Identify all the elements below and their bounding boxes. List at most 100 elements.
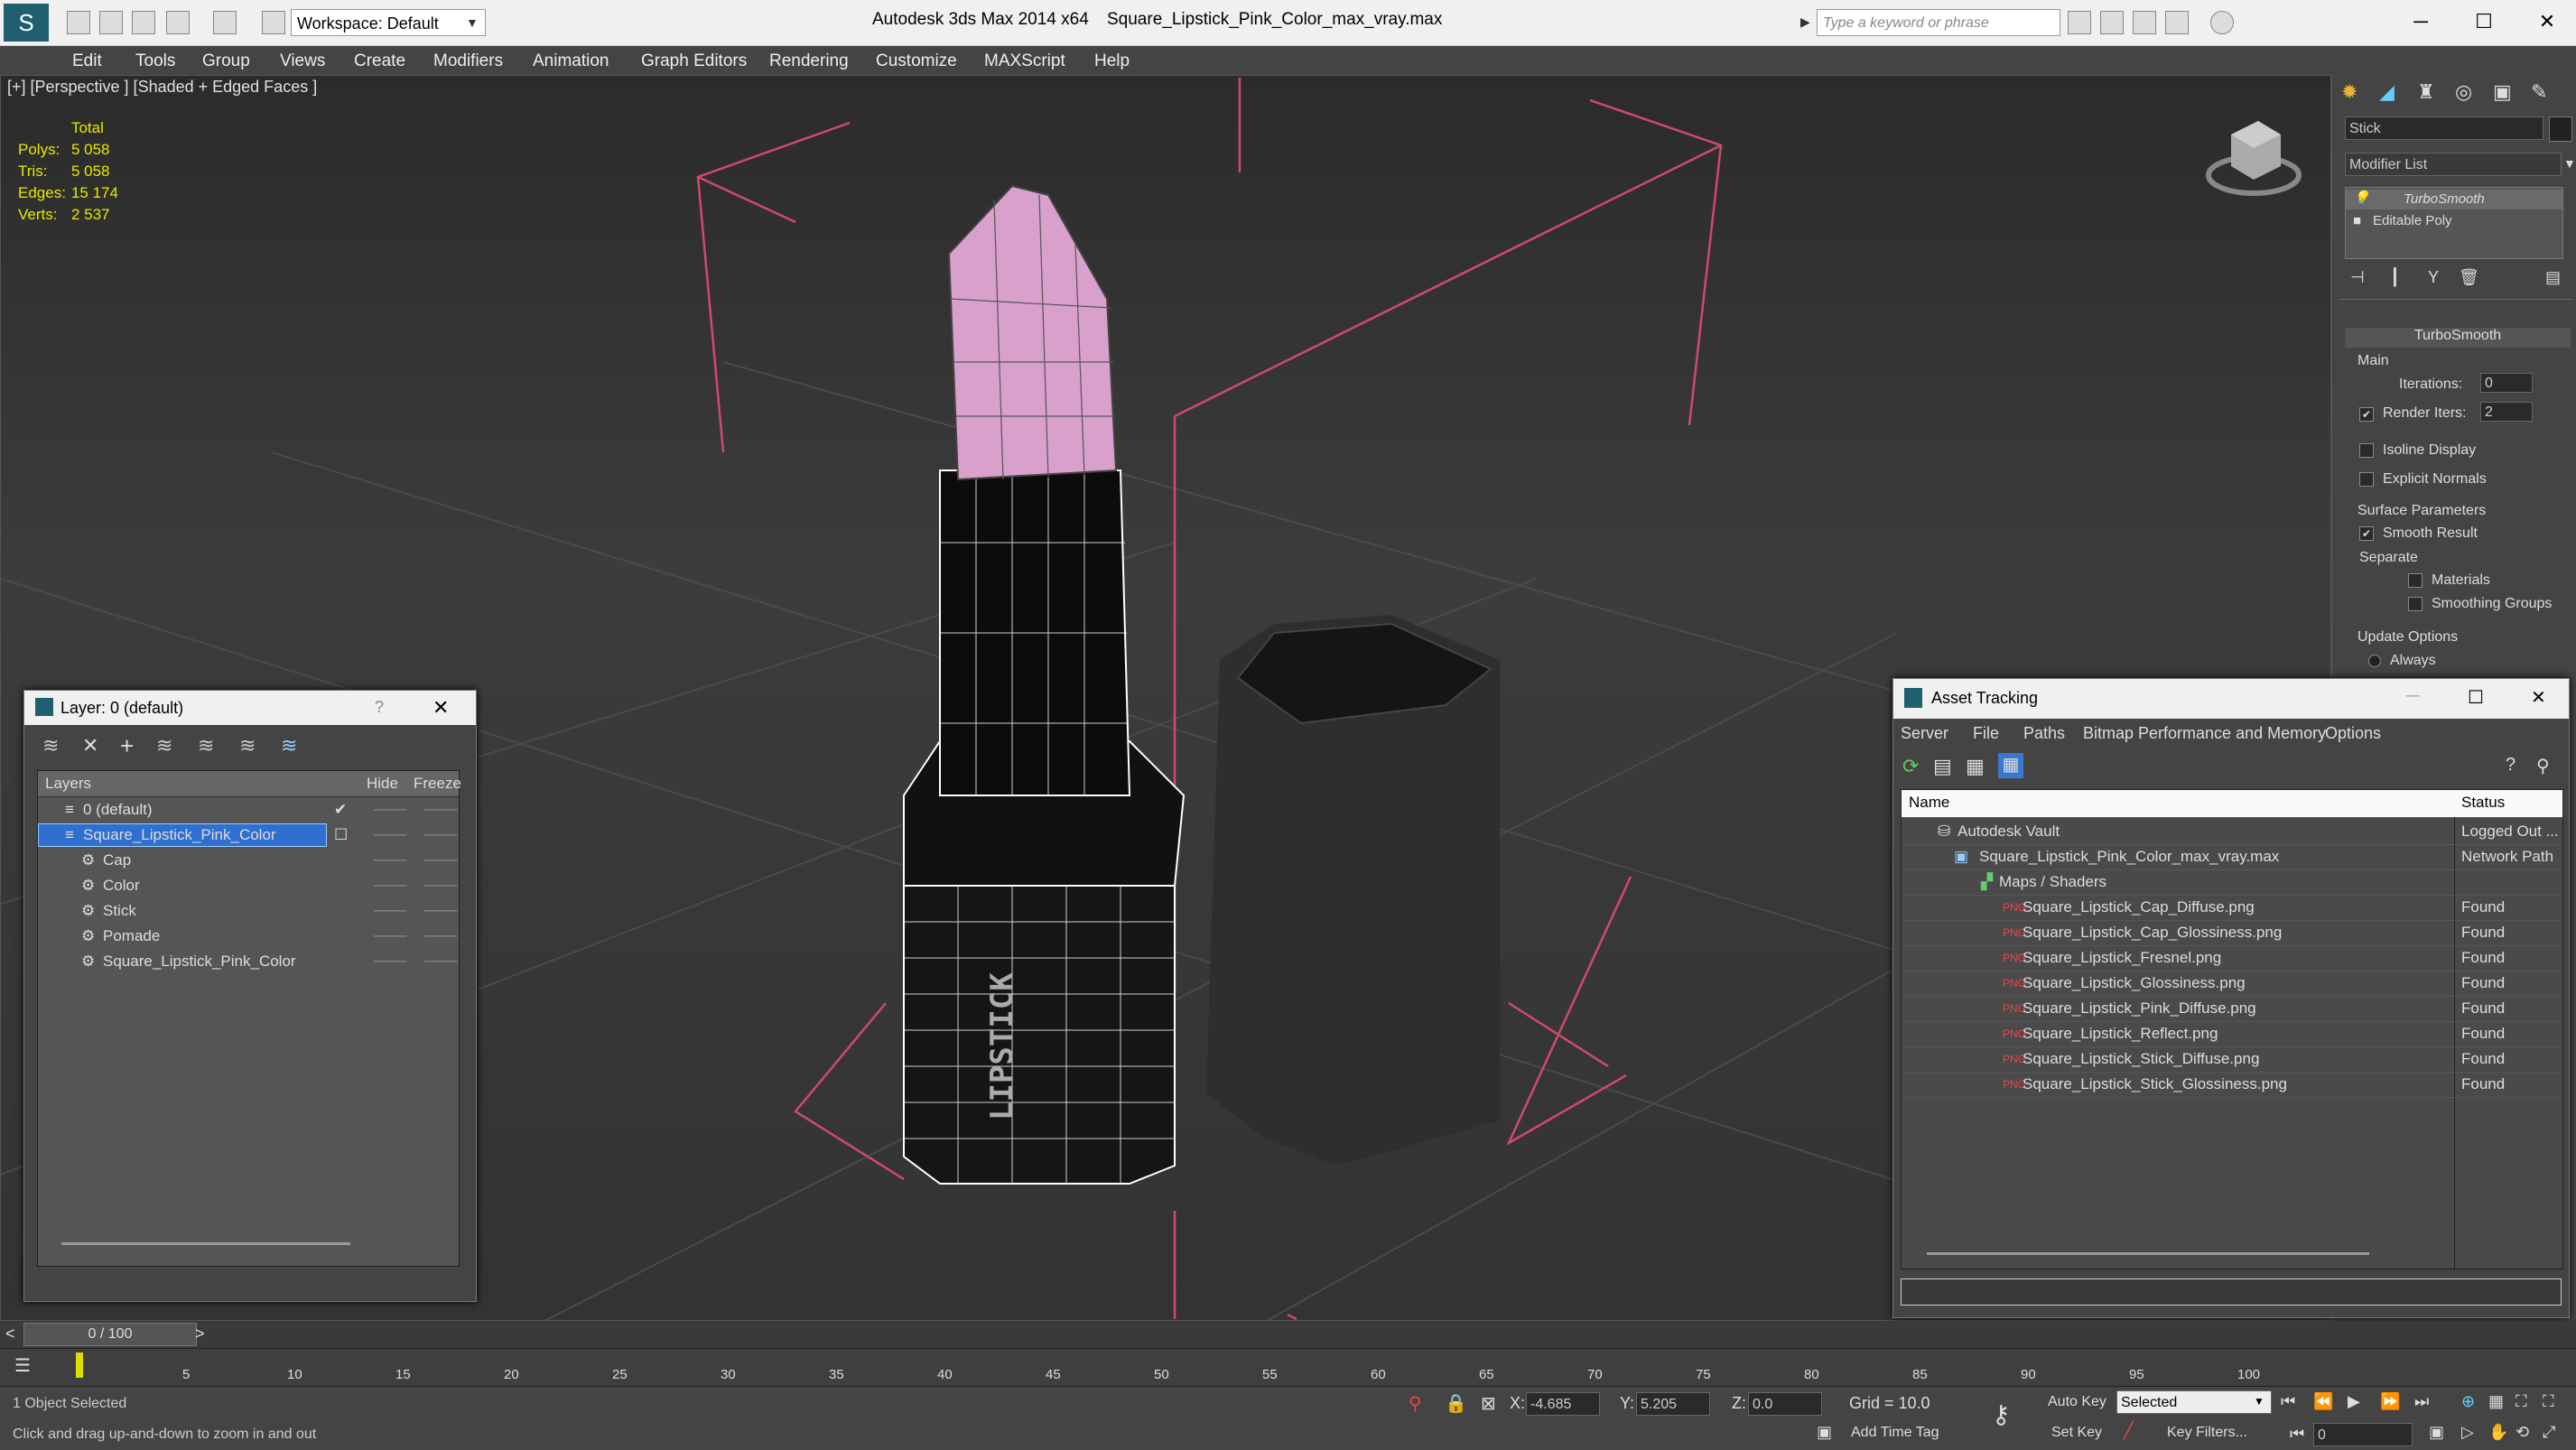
app-logo-icon[interactable]: S (4, 4, 49, 42)
binoculars-icon[interactable] (2068, 11, 2091, 34)
y-coord-field[interactable]: 5.205 (1636, 1392, 1710, 1416)
menu-graph-editors[interactable]: Graph Editors (641, 51, 747, 71)
prev-frame-icon[interactable]: < (5, 1325, 15, 1343)
table-row[interactable]: PNG Square_Lipstick_Stick_Diffuse.png Fo… (1902, 1046, 2562, 1073)
open-file-icon[interactable] (99, 11, 123, 34)
motion-tab-icon[interactable]: ◎ (2455, 80, 2472, 104)
menu-views[interactable]: Views (280, 51, 325, 71)
table-row[interactable]: PNG Square_Lipstick_Reflect.png Found (1902, 1021, 2562, 1047)
list-item[interactable]: ⚙ Pomade ─── ─── (38, 925, 459, 948)
column-layers[interactable]: Layers (45, 771, 91, 796)
hide-toggle[interactable]: ─── (374, 950, 406, 973)
favorites-star-icon[interactable] (2165, 11, 2189, 34)
hide-toggle[interactable]: ─── (374, 874, 406, 897)
play-icon[interactable]: ▶ (2348, 1392, 2360, 1411)
lipstick-pomade[interactable] (947, 184, 1118, 481)
turbosmooth-rollout-header[interactable]: TurboSmooth (2345, 328, 2571, 348)
make-unique-icon[interactable]: Y (2428, 268, 2439, 287)
freeze-all-icon[interactable]: ≋ (281, 734, 297, 758)
show-end-result-icon[interactable]: ┃ (2390, 268, 2400, 287)
minimize-icon[interactable]: ─ (2389, 4, 2452, 40)
selection-lock-icon[interactable]: 🔒 (1445, 1392, 1467, 1415)
chevron-down-icon[interactable]: ▼ (2254, 1395, 2264, 1408)
list-item[interactable]: ⚙ Square_Lipstick_Pink_Color ─── ─── (38, 950, 459, 973)
display-tab-icon[interactable]: ▣ (2493, 80, 2512, 104)
workspace-dropdown[interactable]: Workspace: Default (291, 9, 486, 36)
asset-menu-bitmap[interactable]: Bitmap Performance and Memory (2083, 724, 2326, 743)
set-key-icon[interactable]: ⚷ (1992, 1399, 2011, 1429)
horizontal-scrollbar[interactable] (61, 1242, 350, 1245)
utilities-tab-icon[interactable]: ✎ (2531, 80, 2547, 104)
zoom-extents-icon[interactable]: ⛶ (2516, 1392, 2527, 1411)
create-tab-icon[interactable]: ✹ (2341, 80, 2357, 104)
column-freeze[interactable]: Freeze (414, 771, 461, 796)
key-selection-dropdown[interactable]: Selected (2116, 1390, 2272, 1414)
render-iters-spinner[interactable]: 2 (2480, 402, 2533, 422)
freeze-toggle[interactable]: ─── (424, 899, 457, 923)
zoom-extents-all-icon[interactable]: ⛶ (2543, 1392, 2554, 1411)
menu-rendering[interactable]: Rendering (769, 51, 849, 71)
layer-window-titlebar[interactable]: Layer: 0 (default) ? ✕ (24, 691, 476, 725)
menu-create[interactable]: Create (354, 51, 405, 71)
go-to-end-icon[interactable]: ⏭ (2414, 1392, 2429, 1411)
table-row[interactable]: PNG Square_Lipstick_Stick_Glossiness.png… (1902, 1072, 2562, 1098)
asset-path-field[interactable] (1901, 1278, 2562, 1306)
hide-toggle[interactable]: ─── (374, 798, 406, 822)
modifier-list-dropdown[interactable]: Modifier List (2345, 153, 2562, 176)
table-row[interactable]: PNG Square_Lipstick_Pink_Diffuse.png Fou… (1902, 996, 2562, 1022)
list-item[interactable]: ≡ 0 (default) ✔ ─── ─── (38, 798, 459, 822)
key-filters-button[interactable]: Key Filters... (2167, 1425, 2247, 1441)
asset-menu-paths[interactable]: Paths (2023, 724, 2065, 743)
freeze-toggle[interactable]: ─── (424, 950, 457, 973)
search-input[interactable]: Type a keyword or phrase (1817, 9, 2060, 36)
select-objects-icon[interactable]: ≋ (156, 734, 172, 758)
time-slider[interactable]: < 0 / 100 > (0, 1321, 2576, 1348)
menu-edit[interactable]: Edit (72, 51, 102, 71)
freeze-toggle[interactable]: ─── (424, 798, 457, 822)
list-item[interactable]: ⚙ Cap ─── ─── (38, 849, 459, 872)
new-file-icon[interactable] (67, 11, 90, 34)
freeze-toggle[interactable]: ─── (424, 849, 457, 872)
add-time-tag-button[interactable]: Add Time Tag (1851, 1425, 1939, 1441)
lipstick-base[interactable] (903, 469, 1186, 1185)
column-status[interactable]: Status (2461, 790, 2505, 815)
go-to-start-icon[interactable]: ⏮ (2281, 1392, 2295, 1411)
track-ruler[interactable]: 5 10 15 20 25 30 35 40 45 50 55 60 65 70… (76, 1349, 2261, 1385)
key-filter-icon[interactable]: ╱ (2124, 1421, 2134, 1440)
asset-menu-options[interactable]: Options (2325, 724, 2381, 743)
time-slider-thumb[interactable]: 0 / 100 (23, 1323, 197, 1346)
minimize-icon[interactable]: ─ (2406, 686, 2419, 707)
table-row[interactable]: PNG Square_Lipstick_Cap_Diffuse.png Foun… (1902, 895, 2562, 921)
expand-icon[interactable]: ■ (2353, 213, 2361, 228)
lightbulb-icon[interactable]: 💡 (2353, 190, 2370, 206)
explicit-normals-checkbox[interactable] (2359, 472, 2374, 487)
table-row[interactable]: ▞ Maps / Shaders (1902, 869, 2562, 896)
help-icon[interactable]: ? (375, 698, 384, 717)
isoline-checkbox[interactable] (2359, 443, 2374, 458)
render-iters-checkbox[interactable]: ✔ (2359, 407, 2374, 422)
auto-key-button[interactable]: Auto Key (2048, 1394, 2106, 1410)
chevron-down-icon[interactable]: ▼ (2563, 156, 2576, 171)
pin-stack-icon[interactable]: ⊣ (2350, 268, 2365, 287)
freeze-toggle[interactable]: ─── (424, 823, 457, 847)
modifier-stack-item[interactable]: 💡 TurboSmooth (2346, 190, 2562, 209)
menu-customize[interactable]: Customize (876, 51, 957, 71)
smooth-result-checkbox[interactable]: ✔ (2359, 526, 2374, 541)
hide-all-icon[interactable]: ≋ (239, 734, 256, 758)
asset-window-titlebar[interactable]: Asset Tracking ─ ☐ ✕ (1893, 679, 2569, 719)
track-bar[interactable]: ☰ 5 10 15 20 25 30 35 40 45 50 55 60 65 … (0, 1348, 2576, 1387)
add-to-layer-icon[interactable]: + (120, 732, 134, 760)
mini-curve-editor-icon[interactable]: ☰ (14, 1354, 31, 1377)
hide-toggle[interactable]: ─── (374, 849, 406, 872)
asset-menu-file[interactable]: File (1973, 724, 1999, 743)
pin-icon[interactable]: ⚲ (2536, 755, 2550, 777)
hide-toggle[interactable]: ─── (374, 823, 406, 847)
smoothing-groups-checkbox[interactable] (2408, 597, 2423, 611)
close-icon[interactable]: ✕ (432, 696, 449, 720)
iterations-spinner[interactable]: 0 (2480, 373, 2533, 393)
communication-icon[interactable] (2133, 11, 2156, 34)
maximize-icon[interactable]: ☐ (2452, 4, 2516, 40)
column-hide[interactable]: Hide (367, 771, 398, 796)
table-row[interactable]: PNG Square_Lipstick_Cap_Glossiness.png F… (1902, 920, 2562, 946)
close-icon[interactable]: ✕ (2531, 686, 2546, 709)
